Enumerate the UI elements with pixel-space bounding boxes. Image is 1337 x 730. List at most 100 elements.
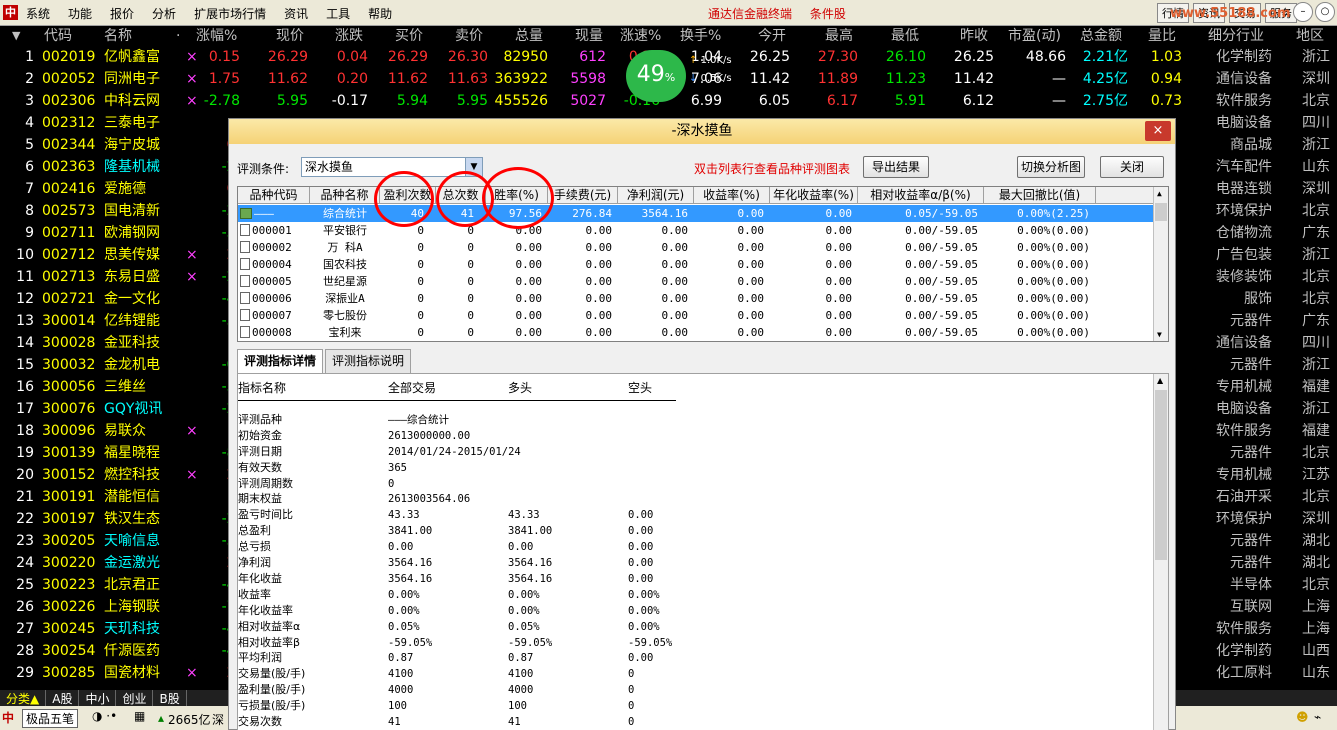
gh-code[interactable]: 品种代码: [238, 187, 310, 204]
col-pe[interactable]: 市盈(动): [1008, 26, 1061, 46]
metric-label: 有效天数: [238, 460, 282, 474]
tab-a-shares[interactable]: A股: [46, 690, 80, 707]
industry: 化学制药: [1216, 49, 1272, 65]
col-current-volume[interactable]: 现量: [575, 26, 603, 46]
col-high[interactable]: 最高: [825, 26, 853, 46]
grid-row[interactable]: 000001 平安银行 0 0 0.00 0.00 0.00 0.00 0.00 0.00/-59…: [238, 222, 1153, 239]
col-amount[interactable]: 总金额: [1080, 26, 1122, 46]
gh-relative-return[interactable]: 相对收益率α/β(%): [858, 187, 984, 204]
menu-news[interactable]: 资讯: [284, 5, 308, 22]
terminal-name-link[interactable]: 通达信金融终端: [708, 7, 792, 21]
detail-scroll-thumb[interactable]: [1155, 390, 1167, 560]
stock-name: 亿帆鑫富: [104, 49, 160, 65]
close-button[interactable]: 关闭: [1100, 156, 1164, 178]
col-open[interactable]: 今开: [758, 26, 786, 46]
grid-scroll-thumb[interactable]: [1155, 203, 1167, 221]
menu-quote[interactable]: 报价: [110, 5, 134, 22]
col-price[interactable]: 现价: [276, 26, 304, 46]
col-speed[interactable]: 涨速%: [620, 26, 661, 46]
col-low[interactable]: 最低: [891, 26, 919, 46]
col-turnover[interactable]: 换手%: [680, 26, 721, 46]
col-change-pct[interactable]: 涨幅%: [196, 26, 237, 46]
gh-annual-return[interactable]: 年化收益率(%): [770, 187, 858, 204]
col-volume-ratio[interactable]: 量比: [1148, 26, 1176, 46]
area: 四川: [1302, 335, 1330, 351]
scroll-up-icon[interactable]: ▲: [1157, 189, 1162, 198]
menu-function[interactable]: 功能: [68, 5, 92, 22]
stock-name: 隆基机械: [104, 159, 160, 175]
detail-scrollbar[interactable]: ▲: [1153, 374, 1168, 730]
grid-code: 000006: [240, 290, 310, 307]
grid-row[interactable]: 000006 深振业A 0 0 0.00 0.00 0.00 0.00 0.00 0.00/-59…: [238, 290, 1153, 307]
col-industry[interactable]: 细分行业: [1208, 26, 1264, 46]
tab-b-shares[interactable]: B股: [153, 690, 187, 707]
stock-name: 铁汉生态: [104, 511, 160, 527]
change-pct: -2.78: [203, 93, 240, 109]
grid-max-drawdown: 0.00%(0.00): [1017, 326, 1090, 339]
ime-name[interactable]: 极品五笔: [22, 709, 79, 728]
menu-help[interactable]: 帮助: [368, 5, 392, 22]
ime-mode-icon[interactable]: ◑ ·•: [92, 709, 117, 723]
gh-max-drawdown[interactable]: 最大回撤比(值): [984, 187, 1096, 204]
minimize-icon[interactable]: –: [1293, 2, 1313, 22]
tab-gem[interactable]: 创业: [116, 690, 154, 707]
condition-stock-link[interactable]: 条件股: [810, 7, 846, 21]
volume: 82950: [503, 49, 548, 65]
col-prev-close[interactable]: 昨收: [960, 26, 988, 46]
scroll-down-icon[interactable]: ▼: [1157, 330, 1162, 339]
area: 四川: [1302, 115, 1330, 131]
gh-profit[interactable]: 净利润(元): [618, 187, 694, 204]
grid-fee: 0.00: [585, 258, 613, 271]
metric-row: 相对收益率β -59.05% -59.05% -59.05%: [238, 635, 1153, 651]
tab-category[interactable]: 分类▲: [0, 690, 47, 707]
volume-ratio: 1.03: [1150, 49, 1182, 65]
metric-label: 初始资金: [238, 428, 282, 442]
grid-scrollbar[interactable]: ▲ ▼: [1153, 187, 1168, 341]
dialog-close-icon[interactable]: ×: [1145, 121, 1171, 141]
metric-row: 有效天数 365: [238, 460, 1153, 476]
export-button[interactable]: 导出结果: [863, 156, 929, 178]
col-bid[interactable]: 买价: [395, 26, 423, 46]
grid-win-rate: 0.00: [515, 241, 543, 254]
dialog-title: -深水摸鱼: [229, 119, 1175, 144]
tab-sme[interactable]: 中小: [79, 690, 117, 707]
restore-icon[interactable]: ○: [1315, 2, 1335, 22]
grid-max-drawdown: 0.00%(0.00): [1017, 258, 1090, 271]
metric-long: 4100: [508, 668, 534, 681]
metric-all: 365: [388, 461, 407, 474]
gh-fee[interactable]: 手续费(元): [548, 187, 618, 204]
grid-row[interactable]: 000005 世纪星源 0 0 0.00 0.00 0.00 0.00 0.00 0.00/-59…: [238, 273, 1153, 290]
menu-analysis[interactable]: 分析: [152, 5, 176, 22]
col-ask[interactable]: 卖价: [455, 26, 483, 46]
tab-metric-details[interactable]: 评测指标详情: [237, 349, 324, 373]
menu-system[interactable]: 系统: [26, 5, 50, 22]
menu-extended-market[interactable]: 扩展市场行情: [194, 5, 266, 22]
table-menu-icon[interactable]: ▼: [12, 26, 20, 46]
gh-name[interactable]: 品种名称: [310, 187, 380, 204]
industry: 元器件: [1230, 357, 1272, 373]
metric-row: 交易次数 41 41 0: [238, 714, 1153, 730]
grid-row[interactable]: 000007 零七股份 0 0 0.00 0.00 0.00 0.00 0.00 0.00/-59…: [238, 307, 1153, 324]
gh-return[interactable]: 收益率(%): [694, 187, 770, 204]
metric-long: -59.05%: [508, 636, 553, 649]
metric-row: 评测日期 2014/01/24-2015/01/24: [238, 444, 1153, 460]
grid-code-text: 000006: [252, 292, 292, 305]
current-volume: 5027: [570, 93, 606, 109]
grid-row[interactable]: 000002 万 科A 0 0 0.00 0.00 0.00 0.00 0.00 0.00/-59…: [238, 239, 1153, 256]
keyboard-icon[interactable]: ▦: [134, 709, 145, 723]
col-volume[interactable]: 总量: [515, 26, 543, 46]
col-area[interactable]: 地区: [1296, 26, 1324, 46]
area: 广东: [1302, 313, 1330, 329]
metric-long: 100: [508, 700, 527, 713]
col-name[interactable]: 名称: [104, 26, 132, 46]
tab-metric-description[interactable]: 评测指标说明: [325, 349, 412, 373]
grid-row[interactable]: 000004 国农科技 0 0 0.00 0.00 0.00 0.00 0.00 0.00/-59…: [238, 256, 1153, 273]
menu-tools[interactable]: 工具: [326, 5, 350, 22]
col-code[interactable]: 代码: [44, 26, 72, 46]
grid-annual-return: 0.00: [825, 275, 853, 288]
detail-scroll-up-icon[interactable]: ▲: [1157, 376, 1163, 385]
switch-chart-button[interactable]: 切换分析图: [1017, 156, 1085, 178]
price: 11.62: [267, 71, 308, 87]
col-change[interactable]: 涨跌: [335, 26, 363, 46]
grid-row[interactable]: 000008 宝利来 0 0 0.00 0.00 0.00 0.00 0.00 0.00/-59.…: [238, 324, 1153, 341]
